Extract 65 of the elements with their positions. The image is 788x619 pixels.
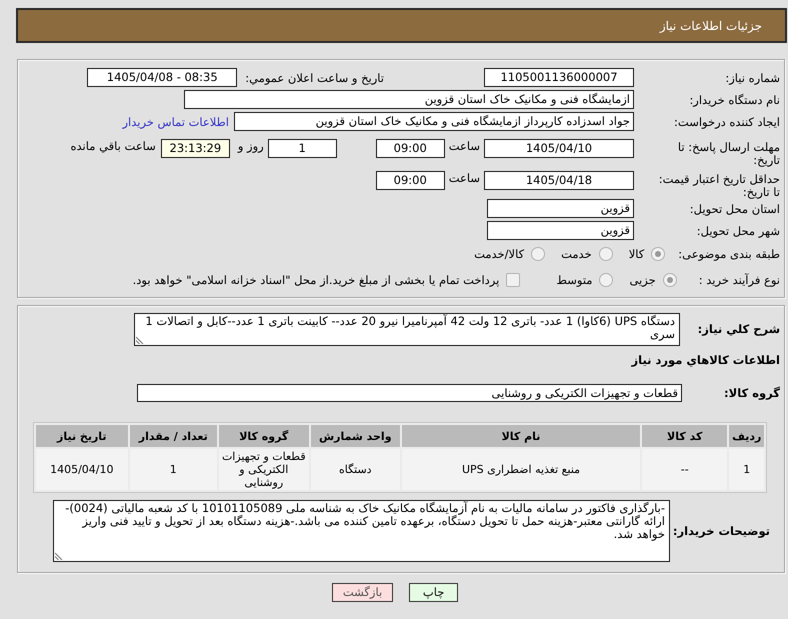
resize-grip-icon[interactable] bbox=[55, 552, 63, 560]
column-header: گروه کالا bbox=[219, 425, 309, 447]
table-cell: منبع تغذیه اضطراری UPS bbox=[402, 449, 640, 490]
column-header: ردیف bbox=[729, 425, 764, 447]
days-left-field[interactable]: 1 bbox=[268, 139, 337, 158]
days-label: روز و bbox=[238, 139, 264, 153]
buyer-name-field[interactable]: ازمایشگاه فنی و مکانیک خاک استان قزوین bbox=[184, 90, 634, 109]
field-label: شماره نیاز: bbox=[724, 70, 781, 84]
table-cell: 1405/04/10 bbox=[36, 449, 128, 490]
column-header: تاریخ نیاز bbox=[36, 425, 128, 447]
deadline-time-field[interactable]: 09:00 bbox=[376, 139, 445, 158]
back-button[interactable]: بازگشت bbox=[332, 583, 394, 602]
time-left-label: ساعت باقي مانده bbox=[70, 139, 156, 153]
field-label: شهر محل تحویل: bbox=[696, 224, 781, 238]
checkbox[interactable] bbox=[506, 273, 520, 287]
description-field[interactable]: دستگاه UPS (6کاوا) 1 عدد- باتری 12 ولت 42 آمپرنامیرا نیرو 20 عدد-- کابینت باتری 1 عدد--کابل و اتصالات 1 سری bbox=[134, 313, 680, 346]
field-label: ایجاد کننده درخواست: bbox=[673, 114, 781, 128]
table-cell: قطعات و تجهیزات الکتریکی و روشنایی bbox=[219, 449, 309, 490]
field-label: شرح کلي نیاز: bbox=[696, 321, 781, 336]
radio-button[interactable] bbox=[598, 247, 613, 261]
time-label: ساعت bbox=[448, 171, 480, 185]
radio-label: کالا/خدمت bbox=[474, 247, 524, 261]
field-label: توضیحات خریدار: bbox=[672, 524, 771, 538]
field-label: مهلت ارسال پاسخ: تا تاریخ: bbox=[676, 139, 781, 167]
need-number-field[interactable]: 1105001136000007 bbox=[484, 68, 634, 87]
field-label: طبقه بندی موضوعی: bbox=[678, 247, 781, 261]
radio-button[interactable] bbox=[599, 273, 614, 287]
city-field[interactable]: قزوین bbox=[487, 221, 634, 240]
announce-date-field[interactable]: 1405/04/08 - 08:35 bbox=[87, 68, 238, 87]
radio-button[interactable] bbox=[662, 273, 677, 287]
radio-label: کالا bbox=[628, 247, 644, 261]
field-label: گروه کالا: bbox=[723, 386, 781, 400]
radio-button[interactable] bbox=[531, 247, 546, 261]
section-title: اطلاعات کالاهاي مورد نیاز bbox=[630, 352, 780, 369]
resize-grip-icon[interactable] bbox=[136, 336, 144, 344]
table-cell: 1 bbox=[130, 449, 218, 490]
validity-time-field[interactable]: 09:00 bbox=[376, 171, 445, 190]
time-label: ساعت bbox=[448, 139, 480, 153]
field-label: تاریخ و ساعت اعلان عمومي: bbox=[245, 70, 384, 84]
product-group-field[interactable]: قطعات و تجهیزات الکتریکی و روشنایی bbox=[137, 384, 682, 402]
province-field[interactable]: قزوین bbox=[487, 199, 634, 218]
radio-button[interactable] bbox=[651, 247, 666, 261]
time-left-field[interactable]: 23:13:29 bbox=[160, 139, 230, 158]
column-header: تعداد / مقدار bbox=[130, 425, 218, 447]
field-label: نوع فرآیند خرید : bbox=[698, 273, 781, 287]
field-label: نام دستگاه خریدار: bbox=[688, 92, 781, 106]
table-cell: 1 bbox=[729, 449, 764, 490]
table-cell: دستگاه bbox=[310, 449, 400, 490]
deadline-date-field[interactable]: 1405/04/10 bbox=[484, 139, 634, 158]
radio-label: متوسط bbox=[556, 273, 592, 287]
validity-date-field[interactable]: 1405/04/18 bbox=[484, 171, 634, 190]
column-header: واحد شمارش bbox=[310, 425, 400, 447]
table-cell: -- bbox=[642, 449, 728, 490]
radio-label: جزیی bbox=[629, 273, 656, 287]
notes-field[interactable]: -بارگذاری فاکتور در سامانه مالیات به نام آزمایشگاه مکانیک خاک به شناسه ملی 10101105089 با کد شعبه مالیاتی (0024)-ارائه گارانتی معتبر-هزینه حمل تا تحویل دستگاه، برعهده تامین کننده می باشد.-هزینه دستگاه بعد از تحویل و تایید فنی واریز خواهد شد. bbox=[53, 500, 670, 562]
contact-info-link[interactable]: اطلاعات تماس خریدار bbox=[122, 114, 229, 128]
print-button[interactable]: چاپ bbox=[409, 583, 458, 602]
checkbox-label: پرداخت تمام یا بخشی از مبلغ خرید.از محل "اسناد خزانه اسلامی" خواهد بود. bbox=[132, 273, 500, 287]
radio-label: خدمت bbox=[561, 247, 592, 261]
field-label: استان محل تحویل: bbox=[688, 202, 781, 216]
column-header: نام کالا bbox=[402, 425, 640, 447]
requester-field[interactable]: جواد اسدزاده کارپرداز ازمایشگاه فنی و مکانیک خاک استان قزوین bbox=[234, 112, 634, 131]
column-header: کد کالا bbox=[642, 425, 728, 447]
page-title: جزئیات اطلاعات نیاز bbox=[660, 18, 762, 32]
field-label: حداقل تاریخ اعتبار قیمت: تا تاریخ: bbox=[658, 171, 781, 199]
